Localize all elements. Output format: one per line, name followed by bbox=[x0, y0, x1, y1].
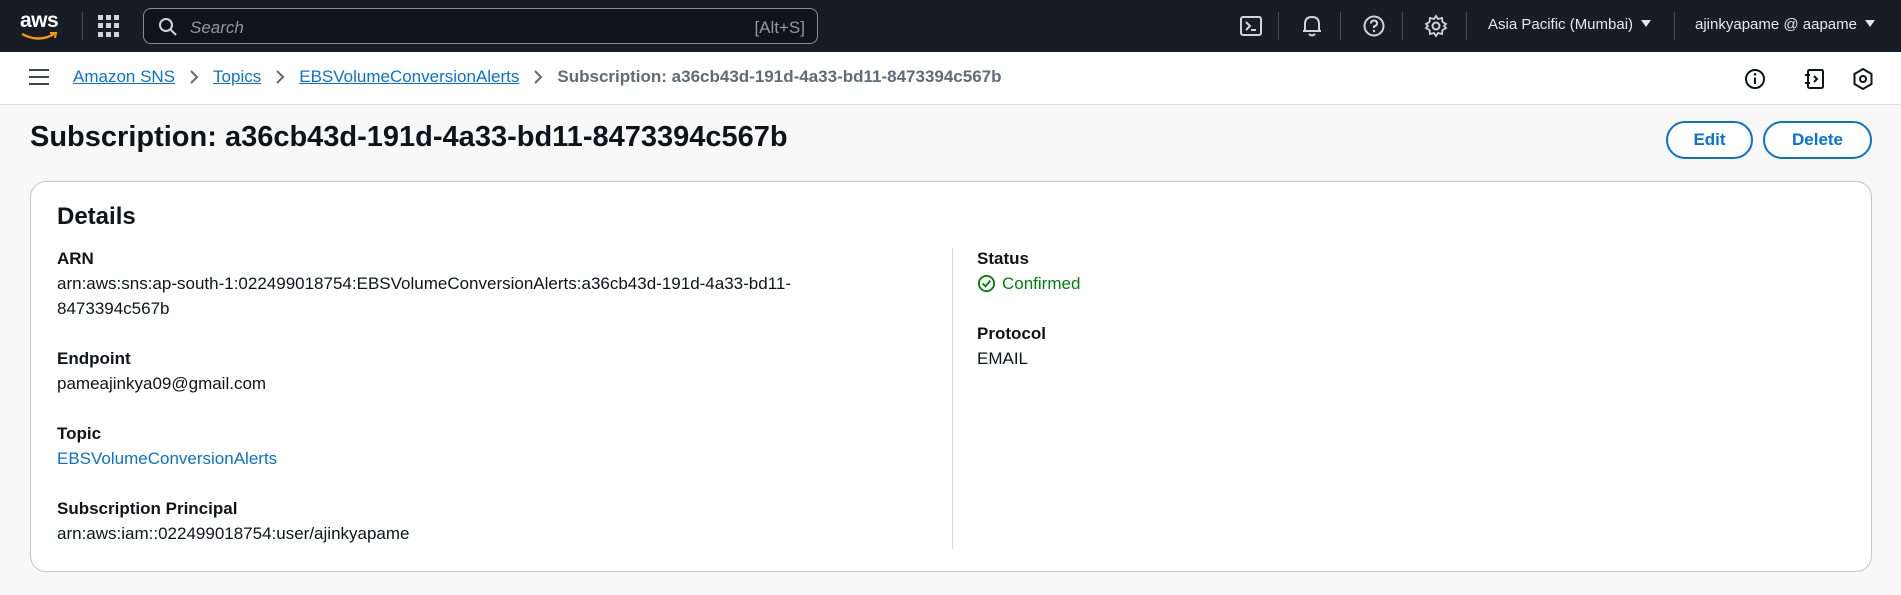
account-label: ajinkyapame @ aapame bbox=[1695, 16, 1857, 33]
endpoint-value: pameajinkya09@gmail.com bbox=[57, 374, 267, 393]
settings-gear-icon[interactable] bbox=[1423, 13, 1449, 39]
breadcrumb-current: Subscription: a36cb43d-191d-4a33-bd11-84… bbox=[557, 67, 1002, 86]
search-placeholder: Search bbox=[190, 18, 244, 37]
topic-label: Topic bbox=[57, 424, 102, 443]
column-divider bbox=[952, 248, 953, 549]
topic-link[interactable]: EBSVolumeConversionAlerts bbox=[57, 449, 277, 468]
search-input[interactable]: Search [Alt+S] bbox=[143, 8, 818, 44]
principal-field: Subscription Principal arn:aws:iam::0224… bbox=[57, 496, 410, 546]
caret-down-icon bbox=[1864, 20, 1875, 27]
caret-down-icon bbox=[1641, 20, 1652, 27]
info-icon[interactable] bbox=[1743, 67, 1767, 91]
region-selector[interactable]: Asia Pacific (Mumbai) bbox=[1488, 16, 1652, 33]
chevron-right-icon bbox=[190, 70, 199, 84]
breadcrumb-bar: Amazon SNS Topics EBSVolumeConversionAle… bbox=[0, 52, 1901, 105]
hexagon-help-icon[interactable] bbox=[1851, 67, 1875, 91]
edit-button[interactable]: Edit bbox=[1666, 121, 1753, 159]
status-field: Status Confirmed bbox=[977, 246, 1080, 296]
page-title: Subscription: a36cb43d-191d-4a33-bd11-84… bbox=[30, 121, 788, 153]
search-icon bbox=[159, 18, 177, 36]
nav-separator bbox=[1674, 12, 1675, 40]
details-panel: Details ARN arn:aws:sns:ap-south-1:02249… bbox=[30, 181, 1872, 572]
nav-separator bbox=[1466, 12, 1467, 40]
cloudshell-icon[interactable] bbox=[1238, 13, 1264, 39]
endpoint-field: Endpoint pameajinkya09@gmail.com bbox=[57, 346, 266, 396]
details-title: Details bbox=[57, 203, 136, 230]
protocol-field: Protocol EMAIL bbox=[977, 321, 1046, 371]
region-label: Asia Pacific (Mumbai) bbox=[1488, 16, 1634, 33]
top-navigation: aws Search [Alt+S] Asia Pacific (Mumbai)… bbox=[0, 0, 1901, 52]
nav-separator bbox=[1278, 12, 1279, 40]
delete-button[interactable]: Delete bbox=[1763, 121, 1872, 159]
principal-label: Subscription Principal bbox=[57, 499, 238, 518]
account-menu[interactable]: ajinkyapame @ aapame bbox=[1695, 16, 1875, 33]
chevron-right-icon bbox=[276, 70, 285, 84]
check-circle-icon bbox=[977, 274, 996, 293]
side-nav-toggle-icon[interactable] bbox=[29, 69, 49, 85]
nav-separator bbox=[1340, 12, 1341, 40]
breadcrumb: Amazon SNS Topics EBSVolumeConversionAle… bbox=[73, 67, 1002, 87]
chevron-right-icon bbox=[534, 70, 543, 84]
principal-value: arn:aws:iam::022499018754:user/ajinkyapa… bbox=[57, 524, 410, 543]
topic-field: Topic EBSVolumeConversionAlerts bbox=[57, 421, 277, 471]
notifications-bell-icon[interactable] bbox=[1299, 13, 1325, 39]
endpoint-label: Endpoint bbox=[57, 349, 131, 368]
protocol-label: Protocol bbox=[977, 324, 1046, 343]
breadcrumb-topic[interactable]: EBSVolumeConversionAlerts bbox=[299, 67, 519, 87]
arn-value-line2: 8473394c567b bbox=[57, 299, 170, 318]
search-shortcut: [Alt+S] bbox=[754, 18, 805, 37]
aws-logo-text: aws bbox=[20, 9, 59, 32]
status-value: Confirmed bbox=[1002, 274, 1081, 293]
aws-smile-icon bbox=[21, 32, 58, 40]
arn-label: ARN bbox=[57, 249, 94, 268]
tools-panel-icon[interactable] bbox=[1803, 67, 1827, 91]
nav-separator bbox=[82, 12, 83, 40]
breadcrumb-topics[interactable]: Topics bbox=[213, 67, 261, 87]
arn-value-line1: arn:aws:sns:ap-south-1:022499018754:EBSV… bbox=[57, 274, 792, 293]
breadcrumb-amazon-sns[interactable]: Amazon SNS bbox=[73, 67, 175, 87]
protocol-value: EMAIL bbox=[977, 349, 1029, 368]
help-icon[interactable] bbox=[1361, 13, 1387, 39]
arn-field: ARN arn:aws:sns:ap-south-1:022499018754:… bbox=[57, 246, 791, 321]
nav-separator bbox=[1402, 12, 1403, 40]
status-indicator: Confirmed bbox=[977, 271, 1080, 296]
aws-logo[interactable]: aws bbox=[20, 9, 60, 43]
status-label: Status bbox=[977, 249, 1029, 268]
services-menu-icon[interactable] bbox=[98, 15, 124, 37]
